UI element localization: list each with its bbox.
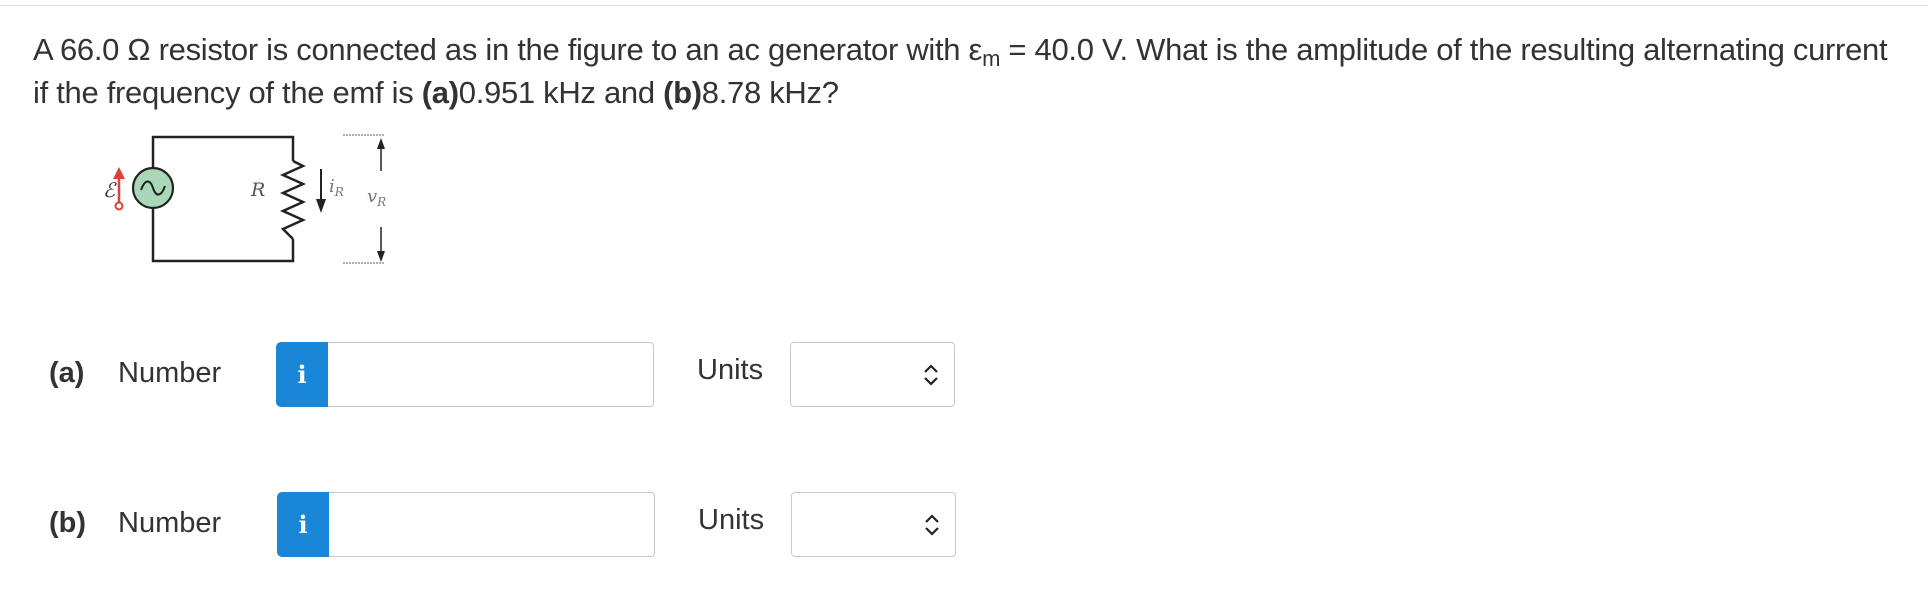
part-b-info-icon[interactable]: i bbox=[277, 492, 329, 557]
voltage-label: vR bbox=[367, 186, 386, 209]
circuit-wire bbox=[151, 199, 295, 263]
question-text: A 66.0 Ω resistor is connected as in the… bbox=[33, 32, 1888, 110]
resistor-symbol bbox=[279, 159, 307, 240]
part-b-number-input[interactable] bbox=[329, 492, 655, 557]
part-b-label: (b) bbox=[49, 507, 87, 539]
part-b-units-label: Units bbox=[698, 504, 765, 536]
circuit-wire bbox=[151, 135, 295, 177]
emf-symbol: ℰ bbox=[103, 178, 117, 202]
part-b-number-label: Number bbox=[118, 507, 222, 539]
circuit-figure: ℰ R iR vR bbox=[103, 134, 386, 264]
part-a-units-select[interactable] bbox=[790, 342, 955, 407]
top-divider bbox=[0, 5, 1928, 6]
part-a-label: (a) bbox=[49, 357, 85, 389]
current-label: iR bbox=[329, 176, 344, 199]
current-arrow-icon bbox=[316, 199, 326, 213]
part-a-number-input[interactable] bbox=[328, 342, 654, 407]
part-b-units-select[interactable] bbox=[791, 492, 956, 557]
resistor-label: R bbox=[250, 179, 265, 201]
part-a-info-icon[interactable]: i bbox=[276, 342, 328, 407]
part-a-units-label: Units bbox=[697, 354, 764, 386]
chevron-updown-icon bbox=[925, 514, 939, 536]
part-a-number-label: Number bbox=[118, 357, 222, 389]
chevron-updown-icon bbox=[924, 364, 938, 386]
